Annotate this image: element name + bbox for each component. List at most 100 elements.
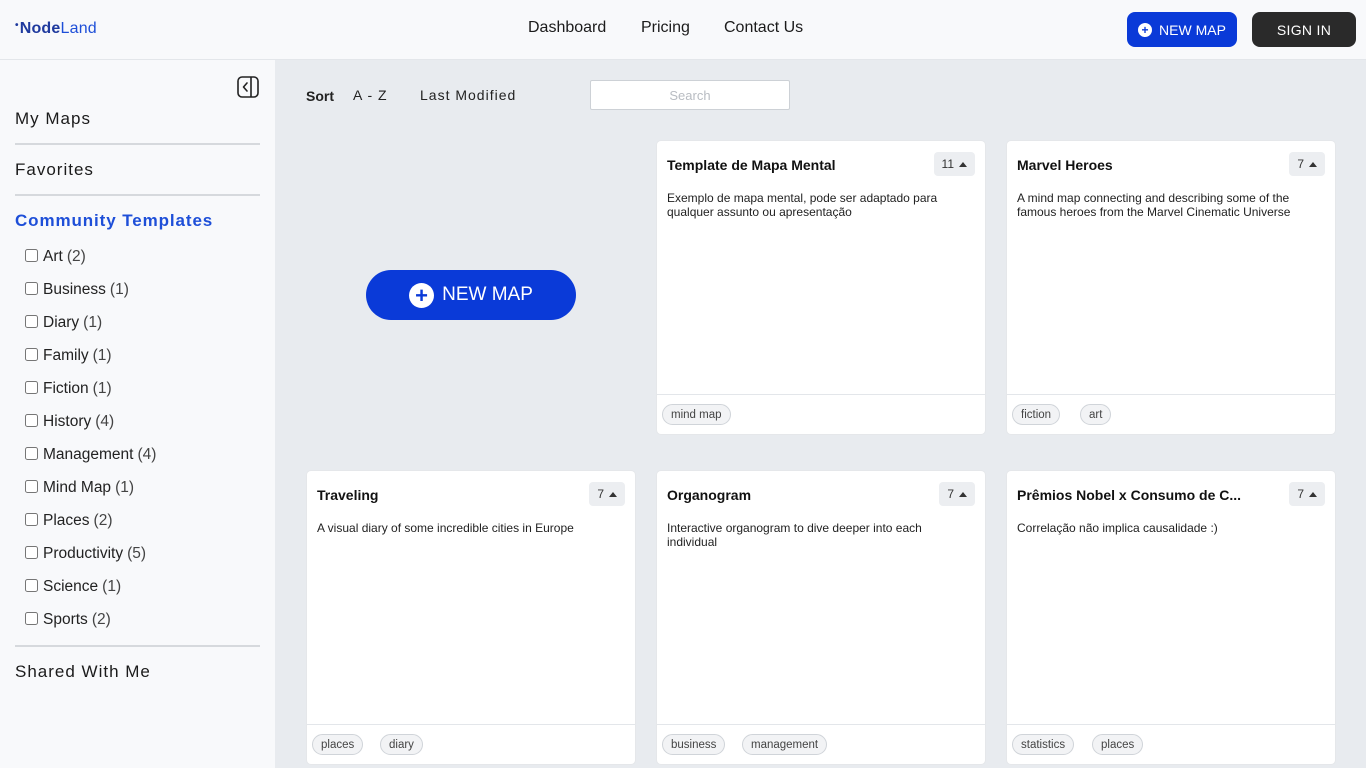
tag-chip[interactable]: fiction [1012, 404, 1061, 425]
map-card[interactable]: Traveling 7 A visual diary of some incre… [307, 471, 635, 764]
nav-contact-us[interactable]: Contact Us [724, 19, 803, 37]
category-count: (1) [109, 281, 129, 298]
new-map-button-main[interactable]: + NEW MAP [366, 270, 576, 320]
card-description: A visual diary of some incredible cities… [317, 521, 574, 535]
category-fiction[interactable]: Fiction (1) [25, 379, 112, 399]
sort-last-modified[interactable]: Last Modified [420, 87, 516, 103]
vote-count: 7 [1297, 157, 1304, 171]
category-checkbox[interactable] [25, 281, 38, 295]
card-description: Interactive organogram to dive deeper in… [667, 521, 922, 549]
category-checkbox[interactable] [25, 578, 38, 592]
category-checkbox[interactable] [25, 479, 38, 493]
category-diary[interactable]: Diary (1) [25, 313, 102, 333]
category-checkbox[interactable] [25, 611, 38, 625]
category-checkbox[interactable] [25, 248, 38, 262]
sidebar-divider [15, 645, 260, 647]
card-title: Marvel Heroes [1017, 157, 1113, 173]
logo-dot-icon: • [15, 20, 19, 31]
category-productivity[interactable]: Productivity (5) [25, 544, 146, 564]
new-map-button-header[interactable]: + NEW MAP [1127, 12, 1237, 47]
card-description: Correlação não implica causalidade :) [1017, 521, 1218, 535]
search-input[interactable] [590, 80, 790, 110]
tag-chip[interactable]: mind map [662, 404, 731, 425]
map-card[interactable]: Marvel Heroes 7 A mind map connecting an… [1007, 141, 1335, 434]
category-checkbox[interactable] [25, 512, 38, 526]
category-management[interactable]: Management (4) [25, 445, 156, 465]
map-card[interactable]: Template de Mapa Mental 11 Exemplo de ma… [657, 141, 985, 434]
category-family[interactable]: Family (1) [25, 346, 112, 366]
triangle-up-icon [959, 161, 967, 167]
category-name: Fiction [43, 380, 89, 397]
category-checkbox[interactable] [25, 446, 38, 460]
sidebar-community-templates[interactable]: Community Templates [15, 211, 260, 231]
vote-count: 7 [597, 487, 604, 501]
category-count: (2) [66, 248, 86, 265]
tag-chip[interactable]: places [312, 734, 364, 755]
category-checkbox[interactable] [25, 347, 38, 361]
tag-chip[interactable]: places [1092, 734, 1144, 755]
card-footer: statistics places [1007, 724, 1335, 764]
sidebar-favorites[interactable]: Favorites [15, 160, 260, 180]
card-title: Prêmios Nobel x Consumo de C... [1017, 487, 1242, 503]
category-count: (1) [92, 347, 112, 364]
category-mind-map[interactable]: Mind Map (1) [25, 478, 134, 498]
card-title: Traveling [317, 487, 379, 503]
category-checkbox[interactable] [25, 413, 38, 427]
category-checkbox[interactable] [25, 314, 38, 328]
category-count: (1) [115, 479, 135, 496]
tag-chip[interactable]: diary [380, 734, 423, 755]
category-count: (1) [83, 314, 103, 331]
category-places[interactable]: Places (2) [25, 511, 112, 531]
card-footer: fiction art [1007, 394, 1335, 434]
category-name: Places [43, 512, 90, 529]
category-business[interactable]: Business (1) [25, 280, 129, 300]
upvote-button[interactable]: 7 [589, 482, 625, 506]
triangle-up-icon [1309, 491, 1317, 497]
sort-label: Sort [306, 88, 334, 104]
plus-circle-icon: + [1138, 22, 1153, 37]
sidebar-collapse-icon[interactable] [237, 76, 259, 98]
tag-chip[interactable]: management [742, 734, 828, 755]
sign-in-label: SIGN IN [1276, 21, 1332, 38]
nav-pricing[interactable]: Pricing [641, 19, 690, 37]
upvote-button[interactable]: 7 [1289, 152, 1325, 176]
category-count: (5) [127, 545, 147, 562]
map-card[interactable]: Organogram 7 Interactive organogram to d… [657, 471, 985, 764]
category-checkbox[interactable] [25, 380, 38, 394]
category-history[interactable]: History (4) [25, 412, 114, 432]
category-name: Diary [43, 314, 80, 331]
upvote-button[interactable]: 7 [939, 482, 975, 506]
category-name: Sports [43, 611, 88, 628]
nav-dashboard[interactable]: Dashboard [528, 19, 606, 37]
sidebar-divider [15, 143, 260, 145]
category-count: (1) [102, 578, 122, 595]
category-sports[interactable]: Sports (2) [25, 610, 111, 630]
tag-chip[interactable]: art [1080, 404, 1112, 425]
sidebar-shared-with-me[interactable]: Shared With Me [15, 662, 260, 682]
upvote-button[interactable]: 11 [933, 152, 975, 176]
tag-chip[interactable]: statistics [1012, 734, 1075, 755]
sort-a-z[interactable]: A - Z [353, 87, 388, 103]
new-map-label: NEW MAP [1159, 21, 1226, 38]
sign-in-button[interactable]: SIGN IN [1252, 12, 1356, 47]
category-art[interactable]: Art (2) [25, 247, 86, 267]
category-name: Mind Map [43, 479, 112, 496]
card-description: Exemplo de mapa mental, pode ser adaptad… [667, 191, 938, 219]
nodeland-logo[interactable]: •NodeLand [15, 20, 97, 38]
map-card[interactable]: Prêmios Nobel x Consumo de C... 7 Correl… [1007, 471, 1335, 764]
category-name: Art [43, 248, 63, 265]
category-count: (1) [92, 380, 112, 397]
card-title: Template de Mapa Mental [667, 157, 836, 173]
vote-count: 7 [947, 487, 954, 501]
card-description: A mind map connecting and describing som… [1017, 191, 1291, 219]
category-count: (2) [93, 512, 113, 529]
tag-chip[interactable]: business [662, 734, 726, 755]
category-name: Management [43, 446, 134, 463]
sidebar-my-maps[interactable]: My Maps [15, 109, 260, 129]
plus-circle-icon: + [409, 282, 435, 308]
triangle-up-icon [1309, 161, 1317, 167]
category-science[interactable]: Science (1) [25, 577, 121, 597]
category-checkbox[interactable] [25, 545, 38, 559]
upvote-button[interactable]: 7 [1289, 482, 1325, 506]
card-title: Organogram [667, 487, 752, 503]
